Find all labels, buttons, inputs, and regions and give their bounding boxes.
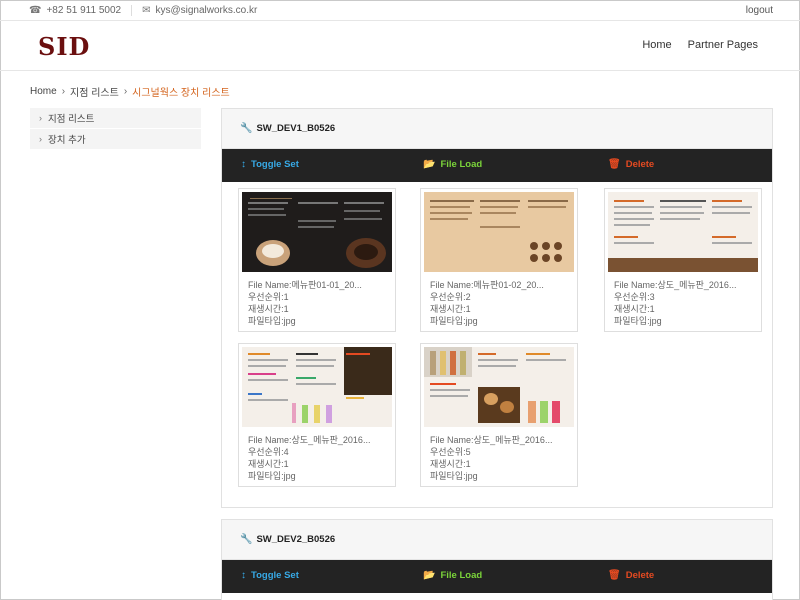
file-type: 파일타입:jpg bbox=[614, 316, 662, 326]
nav-home[interactable]: Home bbox=[642, 39, 671, 51]
file-priority: 우선순위:2 bbox=[430, 292, 471, 302]
chevron-right-icon: › bbox=[39, 113, 42, 123]
breadcrumb-home[interactable]: Home bbox=[30, 86, 57, 97]
site-header: SID Home Partner Pages bbox=[0, 21, 800, 71]
delete-label: Delete bbox=[625, 159, 655, 170]
wrench-icon: 🔧 bbox=[240, 534, 253, 545]
file-meta: File Name:상도_메뉴판_2016... 우선순위:4 재생시간:1 파… bbox=[248, 434, 370, 482]
delete-label: Delete bbox=[625, 570, 655, 581]
file-card[interactable]: File Name:상도_메뉴판_2016... 우선순위:4 재생시간:1 파… bbox=[238, 343, 396, 487]
file-priority: 우선순위:5 bbox=[430, 447, 471, 457]
file-play-time: 재생시간:1 bbox=[248, 459, 289, 469]
phone-icon: ☎ bbox=[29, 5, 42, 16]
toggle-set-label: Toggle Set bbox=[251, 570, 299, 581]
file-name: File Name:상도_메뉴판_2016... bbox=[248, 435, 371, 445]
file-play-time: 재생시간:1 bbox=[430, 459, 471, 469]
delete-button[interactable]: 🗑 Delete bbox=[608, 570, 654, 581]
site-logo[interactable]: SID bbox=[38, 32, 90, 61]
logout-link[interactable]: logout bbox=[746, 5, 773, 16]
file-load-label: File Load bbox=[440, 159, 483, 170]
file-meta: File Name:상도_메뉴판_2016... 우선순위:3 재생시간:1 파… bbox=[614, 279, 736, 327]
file-priority: 우선순위:4 bbox=[248, 447, 289, 457]
wrench-icon: 🔧 bbox=[240, 123, 253, 134]
chevron-right-icon: › bbox=[61, 86, 66, 97]
menu-thumbnail bbox=[242, 347, 392, 427]
sidebar-item-label: 장치 추가 bbox=[48, 135, 86, 146]
sidebar-item-label: 지점 리스트 bbox=[48, 114, 95, 125]
folder-open-icon: 📂 bbox=[423, 159, 436, 170]
chevron-right-icon: › bbox=[123, 86, 128, 97]
breadcrumb-current: 시그널웍스 장치 리스트 bbox=[132, 88, 230, 99]
file-meta: File Name:메뉴판01-01_20... 우선순위:1 재생시간:1 파… bbox=[248, 279, 362, 327]
file-priority: 우선순위:3 bbox=[614, 292, 655, 302]
file-name: File Name:메뉴판01-02_20... bbox=[430, 280, 544, 290]
delete-button[interactable]: 🗑 Delete bbox=[608, 159, 654, 170]
folder-open-icon: 📂 bbox=[423, 570, 436, 581]
file-meta: File Name:메뉴판01-02_20... 우선순위:2 재생시간:1 파… bbox=[430, 279, 544, 327]
device-header: 🔧 SW_DEV2_B0526 bbox=[222, 520, 772, 560]
file-name: File Name:상도_메뉴판_2016... bbox=[430, 435, 553, 445]
chevron-right-icon: › bbox=[39, 134, 42, 144]
toggle-set-label: Toggle Set bbox=[251, 159, 299, 170]
envelope-icon: ✉ bbox=[142, 5, 151, 16]
file-load-button[interactable]: 📂 File Load bbox=[423, 570, 482, 581]
toggle-set-button[interactable]: ↕ Toggle Set bbox=[241, 570, 299, 581]
arrows-vertical-icon: ↕ bbox=[241, 570, 246, 581]
file-play-time: 재생시간:1 bbox=[614, 304, 655, 314]
sidebar-item-add-device[interactable]: › 장치 추가 bbox=[30, 129, 201, 149]
main-nav: Home Partner Pages bbox=[626, 39, 758, 51]
top-bar: ☎ +82 51 911 5002 ✉ kys@signalworks.co.k… bbox=[0, 0, 800, 21]
menu-thumbnail bbox=[608, 192, 758, 272]
file-priority: 우선순위:1 bbox=[248, 292, 289, 302]
file-type: 파일타입:jpg bbox=[430, 316, 478, 326]
sidebar-item-branch-list[interactable]: › 지점 리스트 bbox=[30, 108, 201, 128]
file-load-label: File Load bbox=[440, 570, 483, 581]
file-name: File Name:메뉴판01-01_20... bbox=[248, 280, 362, 290]
contact-info: ☎ +82 51 911 5002 ✉ kys@signalworks.co.k… bbox=[29, 5, 257, 16]
breadcrumb: Home › 지점 리스트 › 시그널웍스 장치 리스트 bbox=[30, 84, 230, 99]
device-panel: 🔧 SW_DEV2_B0526 ↕ Toggle Set 📂 File Load… bbox=[221, 519, 773, 600]
file-card[interactable]: File Name:상도_메뉴판_2016... 우선순위:5 재생시간:1 파… bbox=[420, 343, 578, 487]
device-toolbar: ↕ Toggle Set 📂 File Load 🗑 Delete bbox=[222, 560, 772, 593]
arrows-vertical-icon: ↕ bbox=[241, 159, 246, 170]
breadcrumb-branch-list[interactable]: 지점 리스트 bbox=[70, 84, 119, 99]
file-card[interactable]: File Name:메뉴판01-02_20... 우선순위:2 재생시간:1 파… bbox=[420, 188, 578, 332]
file-load-button[interactable]: 📂 File Load bbox=[423, 159, 482, 170]
menu-thumbnail bbox=[424, 347, 574, 427]
device-header: 🔧 SW_DEV1_B0526 bbox=[222, 109, 772, 149]
menu-thumbnail bbox=[424, 192, 574, 272]
file-card[interactable]: File Name:메뉴판01-01_20... 우선순위:1 재생시간:1 파… bbox=[238, 188, 396, 332]
file-card-grid: File Name:메뉴판01-01_20... 우선순위:1 재생시간:1 파… bbox=[222, 182, 772, 502]
sidebar: › 지점 리스트 › 장치 추가 bbox=[30, 108, 201, 150]
device-name: SW_DEV2_B0526 bbox=[256, 534, 336, 545]
file-meta: File Name:상도_메뉴판_2016... 우선순위:5 재생시간:1 파… bbox=[430, 434, 552, 482]
device-panel: 🔧 SW_DEV1_B0526 ↕ Toggle Set 📂 File Load… bbox=[221, 108, 773, 508]
nav-partner-pages[interactable]: Partner Pages bbox=[688, 39, 758, 51]
file-type: 파일타입:jpg bbox=[430, 471, 478, 481]
device-toolbar: ↕ Toggle Set 📂 File Load 🗑 Delete bbox=[222, 149, 772, 182]
file-type: 파일타입:jpg bbox=[248, 316, 296, 326]
file-play-time: 재생시간:1 bbox=[430, 304, 471, 314]
contact-divider bbox=[131, 5, 133, 16]
phone-number: +82 51 911 5002 bbox=[46, 5, 122, 16]
file-type: 파일타입:jpg bbox=[248, 471, 296, 481]
trash-icon: 🗑 bbox=[608, 159, 621, 170]
trash-icon: 🗑 bbox=[608, 570, 621, 581]
menu-thumbnail bbox=[242, 192, 392, 272]
device-name: SW_DEV1_B0526 bbox=[256, 123, 336, 134]
file-name: File Name:상도_메뉴판_2016... bbox=[614, 280, 737, 290]
file-play-time: 재생시간:1 bbox=[248, 304, 289, 314]
toggle-set-button[interactable]: ↕ Toggle Set bbox=[241, 159, 299, 170]
file-card[interactable]: File Name:상도_메뉴판_2016... 우선순위:3 재생시간:1 파… bbox=[604, 188, 762, 332]
email-address: kys@signalworks.co.kr bbox=[155, 5, 258, 16]
